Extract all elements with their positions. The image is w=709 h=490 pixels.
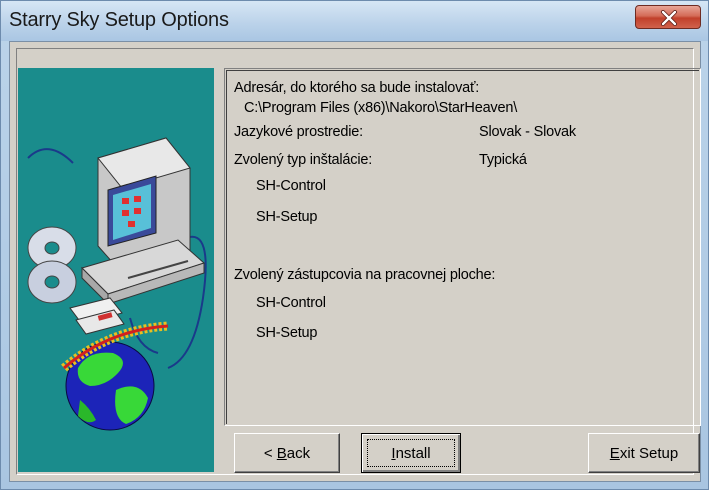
install-type-value: Typická [479, 152, 527, 168]
back-button-prefix: < [263, 444, 277, 462]
install-type-label: Zvolený typ inštalácie: [234, 152, 373, 168]
setup-window: Starry Sky Setup Options Adresár, do kto… [0, 0, 709, 490]
back-button-mnemonic: B [276, 444, 287, 462]
back-button-label: ack [286, 444, 311, 462]
summary-panel [224, 68, 701, 426]
component-item: SH-Setup [256, 209, 318, 225]
window-title: Starry Sky Setup Options [9, 9, 229, 31]
component-item: SH-Control [256, 178, 326, 194]
language-value: Slovak - Slovak [479, 124, 576, 140]
close-button[interactable] [635, 5, 701, 29]
globe-icon [61, 321, 169, 431]
install-button-label: nstall [395, 444, 431, 462]
exit-button-label: xit Setup [619, 444, 679, 462]
install-dir-label: Adresár, do ktorého sa bude instalovať: [234, 80, 480, 96]
back-button[interactable]: < Back [234, 433, 340, 473]
cd-disc-icon [27, 226, 77, 304]
language-label: Jazykové prostredie: [234, 124, 363, 140]
exit-button-mnemonic: E [609, 444, 620, 462]
exit-setup-button[interactable]: Exit Setup [588, 433, 700, 473]
shortcut-item: SH-Control [256, 295, 326, 311]
install-dir-value: C:\Program Files (x86)\Nakoro\StarHeaven… [244, 100, 518, 116]
title-bar[interactable]: Starry Sky Setup Options [1, 1, 708, 41]
shortcuts-label: Zvolený zástupcovia na pracovnej ploche: [234, 267, 496, 283]
close-icon [661, 10, 677, 26]
floppy-disk-icon [69, 297, 125, 335]
illustration-svg [27, 137, 207, 431]
shortcut-item: SH-Setup [256, 325, 318, 341]
computer-icon [81, 137, 205, 306]
install-button[interactable]: Install [361, 433, 461, 473]
setup-illustration [18, 68, 214, 472]
